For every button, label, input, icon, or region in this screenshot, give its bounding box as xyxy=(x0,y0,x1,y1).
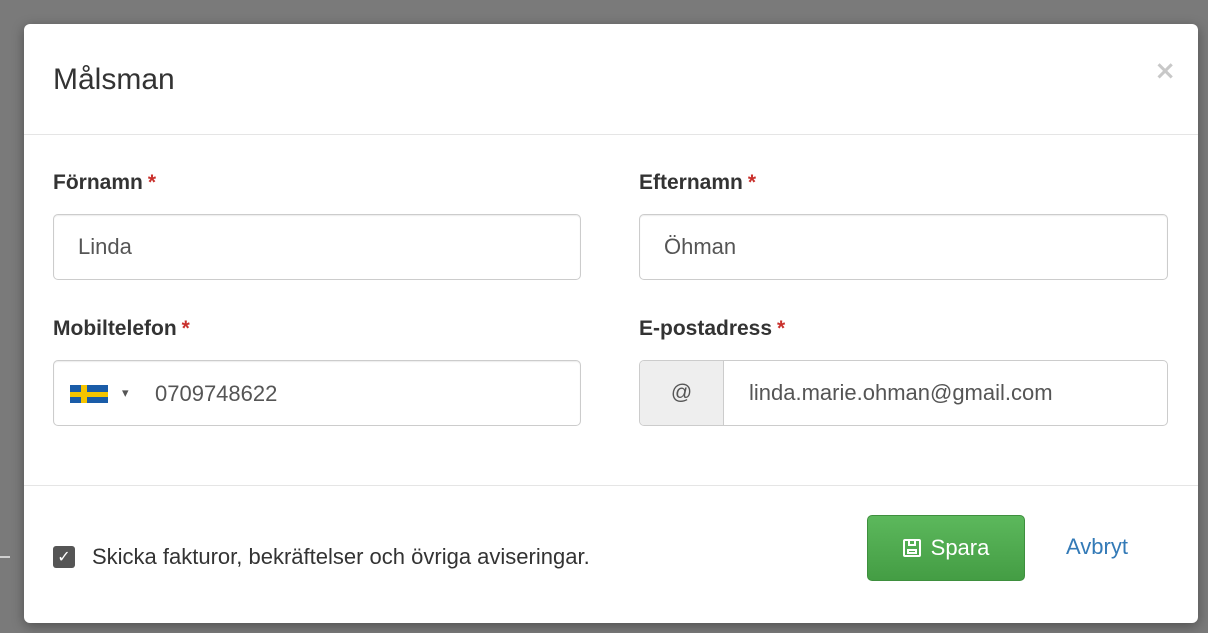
last-name-input[interactable]: Öhman xyxy=(639,214,1168,280)
mobile-label-text: Mobiltelefon xyxy=(53,317,177,340)
notifications-checkbox[interactable]: ✓ xyxy=(53,546,75,568)
required-marker: * xyxy=(181,317,190,340)
email-label-text: E-postadress xyxy=(639,317,773,340)
required-marker: * xyxy=(147,171,157,194)
at-sign-addon: @ xyxy=(640,361,724,425)
mobile-label: Mobiltelefon * xyxy=(53,316,190,342)
required-marker: * xyxy=(777,317,786,340)
caret-down-icon[interactable]: ▾ xyxy=(122,384,129,404)
email-label: E-postadress * xyxy=(639,316,785,342)
backdrop-edge xyxy=(0,556,10,558)
mobile-phone-field[interactable]: ▾ 0709748622 xyxy=(53,360,581,426)
first-name-input[interactable]: Linda xyxy=(53,214,581,280)
last-name-label-text: Efternamn xyxy=(639,171,743,194)
notifications-checkbox-label[interactable]: Skicka fakturor, bekräftelser och övriga… xyxy=(92,543,590,571)
last-name-label: Efternamn * xyxy=(639,170,756,196)
sweden-flag-icon[interactable] xyxy=(70,385,108,403)
required-marker: * xyxy=(747,171,757,194)
close-icon[interactable]: × xyxy=(1154,58,1176,84)
save-button[interactable]: Spara xyxy=(867,515,1025,581)
modal-title: Målsman xyxy=(53,63,175,96)
footer-divider xyxy=(24,485,1198,486)
guardian-modal: Målsman × Förnamn * Linda Efternamn * Öhma… xyxy=(24,24,1198,623)
cancel-link[interactable]: Avbryt xyxy=(1066,533,1128,561)
first-name-label: Förnamn * xyxy=(53,170,156,196)
floppy-disk-icon xyxy=(902,539,921,557)
save-button-label: Spara xyxy=(930,535,990,560)
email-field[interactable]: @ linda.marie.ohman@gmail.com xyxy=(639,360,1168,426)
modal-header: Målsman × xyxy=(24,24,1198,135)
first-name-label-text: Förnamn xyxy=(53,171,143,194)
email-input[interactable]: linda.marie.ohman@gmail.com xyxy=(724,361,1167,425)
mobile-phone-value[interactable]: 0709748622 xyxy=(155,361,277,427)
